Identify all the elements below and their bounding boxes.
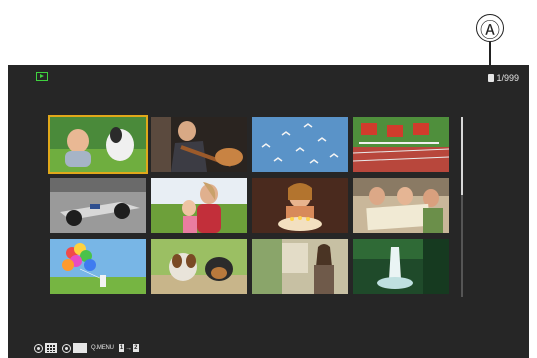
card-slot-icon bbox=[488, 74, 495, 82]
callout-label-a: Ⓐ bbox=[476, 14, 504, 42]
card-1-badge: 1 bbox=[118, 344, 125, 352]
thumbnail-mother-child-field[interactable] bbox=[151, 178, 247, 233]
thumbnail-family-with-map[interactable] bbox=[353, 178, 449, 233]
card-2-badge: 2 bbox=[133, 344, 139, 352]
thumbnail-child-with-balloons[interactable] bbox=[50, 239, 146, 294]
footer-guide-bar: Q.MENU 1 → 2 bbox=[34, 343, 139, 353]
scrollbar-thumb[interactable] bbox=[461, 117, 463, 195]
thumbnail-dogs-on-path[interactable] bbox=[151, 239, 247, 294]
image-counter-text: 1/999 bbox=[496, 73, 519, 83]
thumbnail-scrollbar[interactable] bbox=[461, 117, 463, 297]
thumbnail-birds-in-sky[interactable] bbox=[252, 117, 348, 172]
thumbnail-woman-in-town[interactable] bbox=[252, 239, 348, 294]
playback-screen: 1/999 Q.MENU 1 → 2 bbox=[8, 65, 529, 358]
single-playback-icon bbox=[73, 343, 87, 353]
thumbnail-violinist[interactable] bbox=[151, 117, 247, 172]
thumbnail-race-car[interactable] bbox=[50, 178, 146, 233]
card-switch-arrow: → bbox=[125, 344, 133, 352]
control-dial-icon bbox=[34, 343, 43, 353]
thumbnail-hurdle-race[interactable] bbox=[353, 117, 449, 172]
image-counter: 1/999 bbox=[488, 73, 519, 83]
playback-mode-icon bbox=[36, 72, 48, 81]
thumbnail-birthday-girl-candles[interactable] bbox=[252, 178, 348, 233]
thumbnail-boy-with-dog[interactable] bbox=[48, 115, 148, 174]
card-switch-indicator: 1 → 2 bbox=[118, 344, 139, 352]
thumbnail-waterfall[interactable] bbox=[353, 239, 449, 294]
control-dial-icon-2 bbox=[62, 343, 71, 353]
multi-playback-icon bbox=[45, 343, 57, 353]
qmenu-label: Q.MENU bbox=[91, 345, 114, 351]
